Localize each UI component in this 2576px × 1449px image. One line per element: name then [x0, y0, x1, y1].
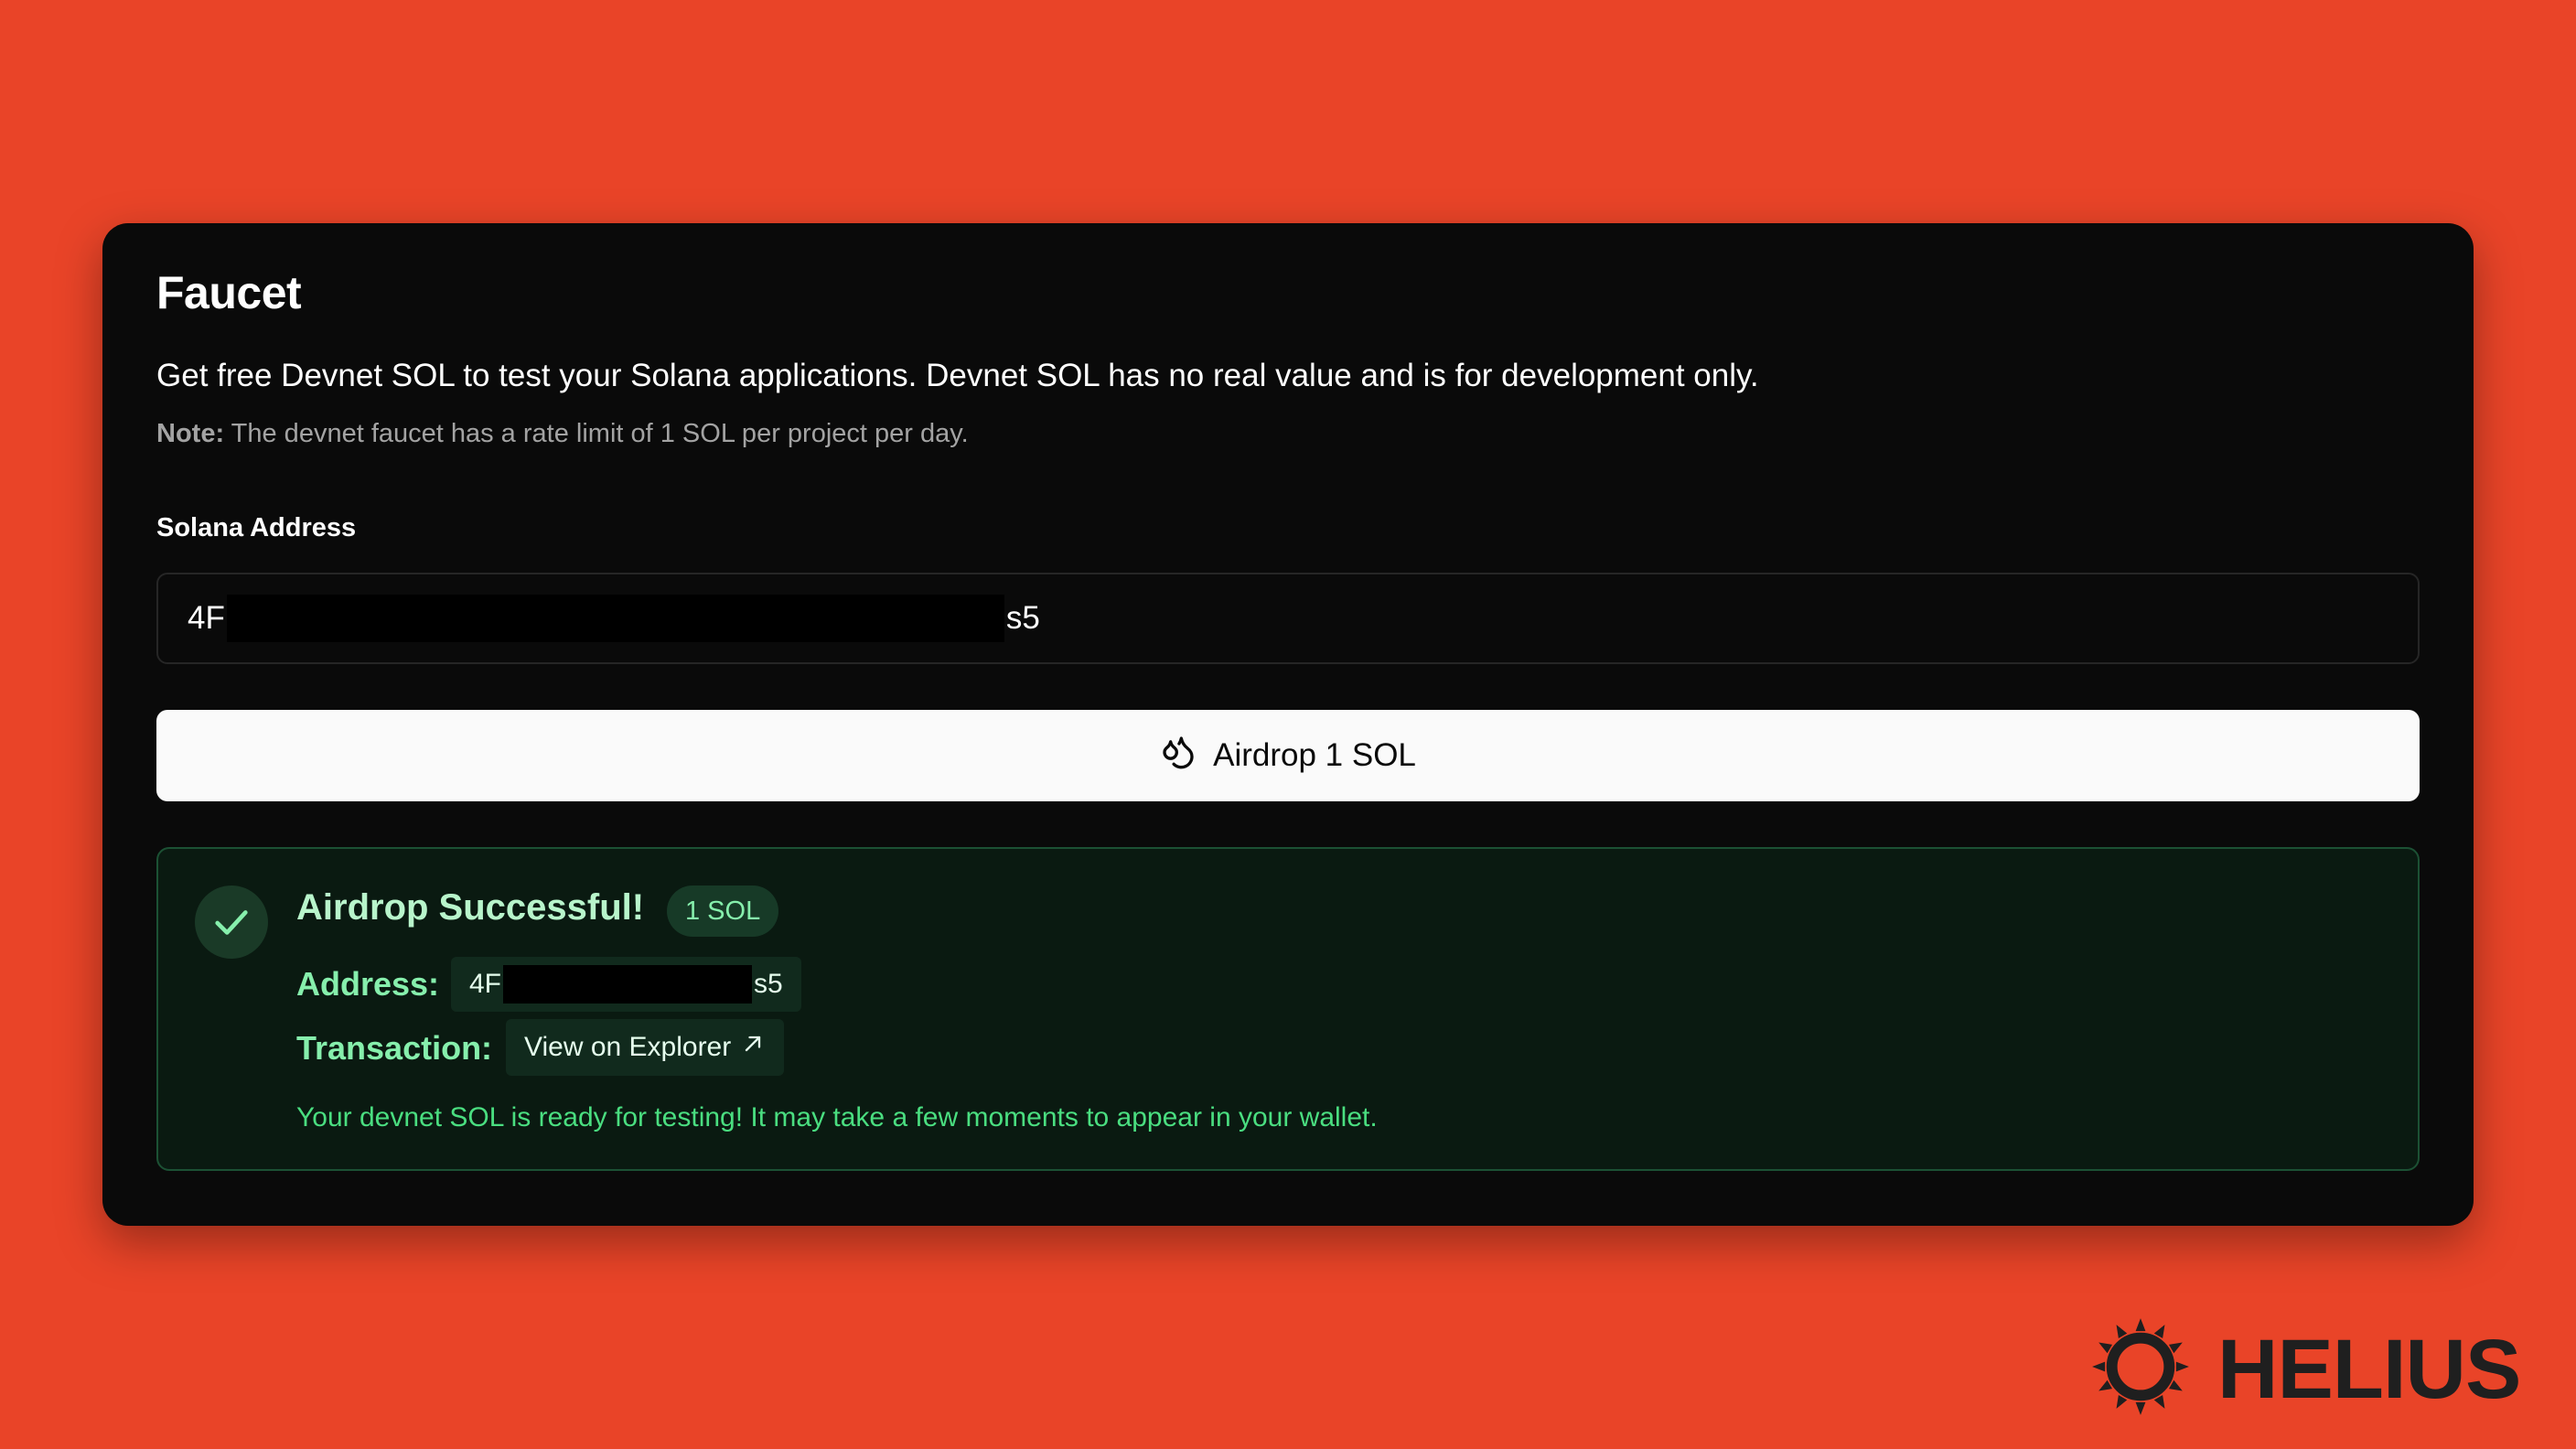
airdrop-button[interactable]: Airdrop 1 SOL	[156, 710, 2420, 801]
sol-amount-badge: 1 SOL	[667, 886, 779, 937]
rate-limit-note: Note: The devnet faucet has a rate limit…	[156, 417, 969, 452]
address-field-label: Solana Address	[156, 513, 357, 542]
success-panel: Airdrop Successful! 1 SOL Address: 4F s5 …	[156, 847, 2420, 1171]
droplets-icon	[1160, 734, 1197, 778]
external-link-icon	[740, 1031, 766, 1064]
faucet-description: Get free Devnet SOL to test your Solana …	[156, 358, 1759, 393]
page-title: Faucet	[156, 267, 302, 318]
address-prefix: 4F	[188, 600, 225, 636]
note-label: Note:	[156, 419, 225, 448]
view-on-explorer-link[interactable]: View on Explorer	[506, 1019, 785, 1076]
ready-message: Your devnet SOL is ready for testing! It…	[296, 1102, 1378, 1132]
redacted-address	[226, 595, 1004, 642]
faucet-card: Faucet Get free Devnet SOL to test your …	[102, 223, 2474, 1226]
address-row-label: Address:	[296, 965, 440, 1003]
helius-sun-logo	[2091, 1317, 2190, 1421]
brand-name: HELIUS	[2217, 1322, 2521, 1416]
check-icon	[195, 886, 268, 959]
transaction-row-label: Transaction:	[296, 1029, 493, 1067]
helius-brand: HELIUS	[2091, 1317, 2521, 1421]
note-text: The devnet faucet has a rate limit of 1 …	[231, 419, 969, 448]
address-chip: 4F s5	[451, 957, 801, 1012]
address-suffix: s5	[1005, 600, 1040, 636]
chip-address-suffix: s5	[754, 969, 783, 999]
solana-address-input[interactable]: 4F s5	[156, 573, 2420, 664]
success-title: Airdrop Successful!	[296, 887, 645, 928]
airdrop-button-label: Airdrop 1 SOL	[1213, 737, 1416, 773]
explorer-link-label: View on Explorer	[524, 1032, 732, 1062]
chip-address-prefix: 4F	[469, 969, 502, 999]
redacted-address	[503, 965, 753, 1004]
